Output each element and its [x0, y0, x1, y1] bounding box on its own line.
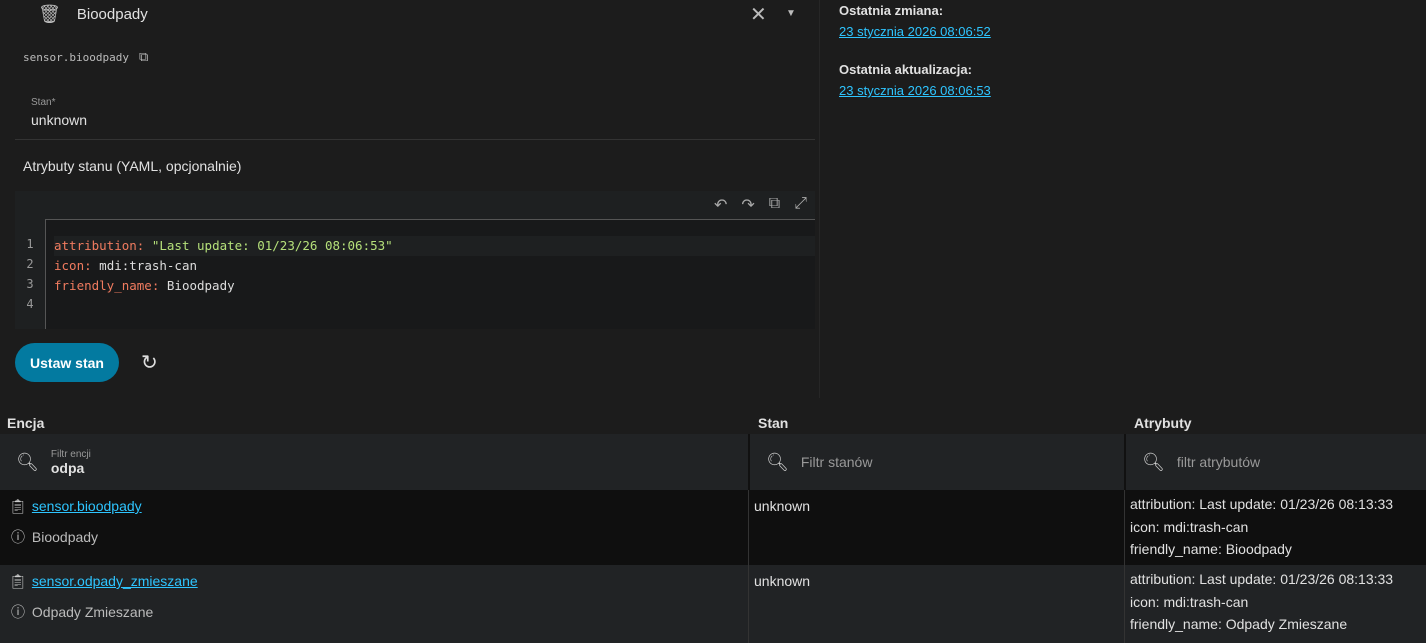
trash-can-icon: 🗑: [38, 4, 61, 24]
copy-icon[interactable]: ⧉: [139, 50, 148, 65]
yaml-key: icon: [54, 258, 85, 273]
attribute-line: icon: mdi:trash-can: [1130, 518, 1249, 535]
attribute-line: icon: mdi:trash-can: [1130, 593, 1249, 610]
attribute-line: attribution: Last update: 01/23/26 08:13…: [1130, 571, 1394, 587]
state-cell: unknown: [754, 498, 811, 514]
yaml-value: mdi:trash-can: [99, 258, 198, 273]
developer-tools-states-panel: 🗑 Bioodpady ✕ ▼ sensor.bioodpady ⧉ Stan* un…: [0, 0, 1426, 398]
yaml-editor[interactable]: ↶ ↷ ⧉ ⤢ 1 2 3 4 attribution: "Last update: …: [15, 191, 815, 329]
entity-link[interactable]: sensor.odpady_zmieszane: [32, 573, 198, 589]
search-icon: 🔍︎: [766, 451, 789, 472]
clipboard-icon[interactable]: 📋︎: [8, 498, 28, 515]
last-changed-label: Ostatnia zmiana:: [839, 3, 944, 18]
code-line: friendly_name: Bioodpady: [54, 278, 235, 293]
copy-icon[interactable]: ⧉: [769, 195, 780, 215]
line-number: 2: [26, 257, 34, 271]
undo-icon[interactable]: ↶: [714, 195, 727, 215]
attribute-line: attribution: Last update: 01/23/26 08:13…: [1130, 496, 1394, 512]
entity-title: Bioodpady: [76, 6, 148, 23]
state-filter-placeholder: Filtr stanów: [800, 454, 873, 470]
entity-filter-label: Filtr encji: [50, 448, 91, 460]
column-header-attributes: Atrybuty: [1134, 415, 1192, 431]
column-divider: [1124, 490, 1125, 643]
column-divider: [748, 490, 749, 643]
state-filter[interactable]: 🔍︎ Filtr stanów: [750, 434, 1124, 490]
state-cell: unknown: [754, 573, 811, 589]
search-icon: 🔍︎: [16, 451, 39, 472]
entity-link[interactable]: sensor.bioodpady: [32, 498, 142, 514]
last-changed-link[interactable]: 23 stycznia 2026 08:06:52: [839, 24, 991, 39]
line-number: 3: [26, 277, 34, 291]
last-updated-link[interactable]: 23 stycznia 2026 08:06:53: [839, 83, 991, 98]
yaml-value: Bioodpady: [166, 278, 235, 293]
entity-picker[interactable]: 🗑 Bioodpady: [38, 4, 148, 25]
search-icon: 🔍︎: [1142, 451, 1165, 472]
chevron-down-icon[interactable]: ▼: [786, 8, 796, 19]
clear-icon[interactable]: ✕: [750, 2, 767, 27]
code-line: icon: mdi:trash-can: [54, 258, 198, 273]
state-label: Stan*: [31, 97, 56, 108]
clipboard-icon[interactable]: 📋︎: [8, 573, 28, 590]
line-number: 4: [26, 297, 34, 311]
set-state-button[interactable]: Ustaw stan: [15, 343, 119, 382]
table-row: 📋︎ sensor.odpady_zmieszane ⓘ Odpady Zmies…: [0, 565, 1426, 643]
column-header-entity: Encja: [7, 415, 45, 431]
refresh-icon[interactable]: ↻: [141, 350, 158, 375]
entity-name: Odpady Zmieszane: [31, 604, 154, 620]
attributes-filter[interactable]: 🔍︎ filtr atrybutów: [1126, 434, 1426, 490]
entity-filter[interactable]: 🔍︎ Filtr encji odpa: [0, 434, 748, 490]
fullscreen-icon[interactable]: ⤢: [794, 195, 807, 215]
line-number: 1: [26, 237, 34, 251]
info-icon[interactable]: ⓘ: [8, 602, 28, 622]
redo-icon[interactable]: ↷: [741, 195, 754, 215]
table-row: 📋︎ sensor.bioodpady ⓘ Bioodpady unknown a…: [0, 490, 1426, 565]
info-icon[interactable]: ⓘ: [8, 527, 28, 547]
entity-filter-value: odpa: [50, 459, 85, 476]
attributes-label: Atrybuty stanu (YAML, opcjonalnie): [23, 158, 242, 174]
state-field[interactable]: Stan* unknown: [15, 88, 815, 140]
yaml-key: attribution: [54, 238, 137, 253]
state-value: unknown: [31, 112, 88, 128]
column-header-state: Stan: [758, 415, 789, 431]
attribute-line: friendly_name: Odpady Zmieszane: [1130, 616, 1348, 632]
yaml-value: "Last update: 01/23/26 08:06:53": [151, 238, 393, 253]
last-updated-label: Ostatnia aktualizacja:: [839, 62, 972, 77]
entity-id: sensor.bioodpady: [23, 51, 129, 64]
attributes-filter-placeholder: filtr atrybutów: [1176, 454, 1261, 470]
entity-name: Bioodpady: [31, 529, 99, 545]
code-line: attribution: "Last update: 01/23/26 08:0…: [54, 236, 815, 256]
attribute-line: friendly_name: Bioodpady: [1130, 541, 1292, 557]
yaml-key: friendly_name: [54, 278, 152, 293]
